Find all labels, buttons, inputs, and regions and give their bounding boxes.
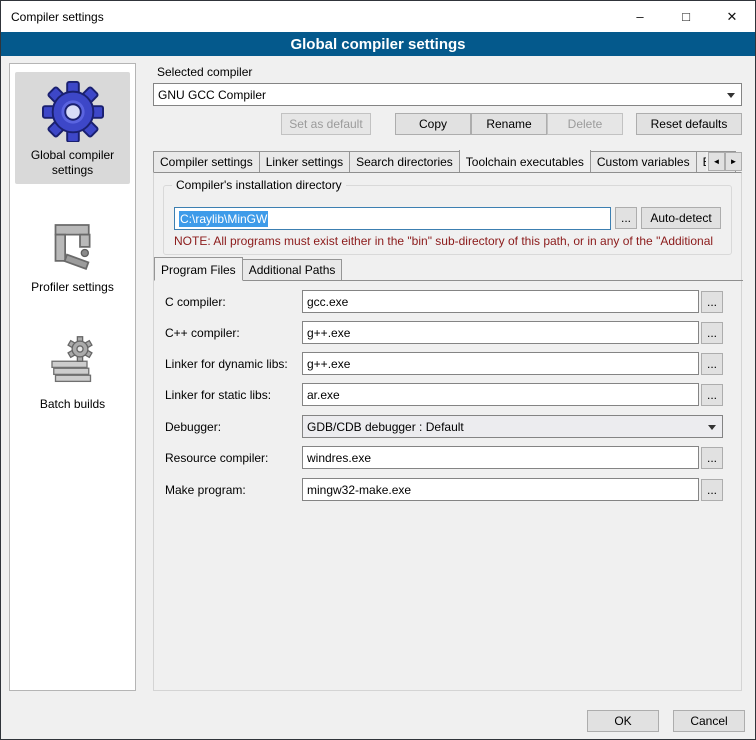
compiler-actions-row: Set as default Copy Rename Delete Reset …	[153, 113, 742, 136]
debugger-label: Debugger:	[165, 420, 302, 434]
close-icon: ✕	[727, 9, 738, 25]
reset-defaults-button[interactable]: Reset defaults	[636, 113, 742, 135]
selected-compiler-dropdown[interactable]: GNU GCC Compiler	[153, 83, 742, 106]
program-files-tab-strip: Program Files Additional Paths	[154, 259, 743, 281]
c-compiler-row: C compiler: gcc.exe ...	[165, 290, 723, 313]
make-program-value: mingw32-make.exe	[307, 483, 411, 497]
tab-toolchain-executables[interactable]: Toolchain executables	[459, 150, 591, 172]
sidebar-item-profiler-settings[interactable]: Profiler settings	[15, 210, 130, 301]
static-linker-browse-button[interactable]: ...	[701, 384, 723, 406]
debugger-dropdown[interactable]: GDB/CDB debugger : Default	[302, 415, 723, 438]
c-compiler-input[interactable]: gcc.exe	[302, 290, 699, 313]
sidebar-item-batch-builds[interactable]: Batch builds	[15, 327, 130, 418]
page-title: Global compiler settings	[1, 32, 755, 56]
dynamic-linker-row: Linker for dynamic libs: g++.exe ...	[165, 352, 723, 375]
c-compiler-label: C compiler:	[165, 295, 302, 309]
dynamic-linker-browse-button[interactable]: ...	[701, 353, 723, 375]
auto-detect-button[interactable]: Auto-detect	[641, 207, 721, 229]
cpp-compiler-input[interactable]: g++.exe	[302, 321, 699, 344]
ok-button[interactable]: OK	[587, 710, 659, 732]
selected-compiler-label: Selected compiler	[157, 65, 252, 79]
dynamic-linker-label: Linker for dynamic libs:	[165, 357, 302, 371]
maximize-button[interactable]: □	[663, 1, 709, 32]
static-linker-input[interactable]: ar.exe	[302, 383, 699, 406]
sidebar-item-label: Global compiler settings	[17, 148, 128, 178]
maximize-icon: □	[682, 9, 690, 24]
minimize-button[interactable]: –	[617, 1, 663, 32]
sidebar-item-label: Profiler settings	[31, 280, 114, 295]
main-panel: Selected compiler GNU GCC Compiler Set a…	[153, 63, 742, 691]
installation-directory-group-title: Compiler's installation directory	[172, 178, 346, 192]
settings-sidebar: Global compiler settings Profiler settin…	[9, 63, 136, 691]
installation-directory-value: C:\raylib\MinGW	[179, 211, 268, 227]
cpp-compiler-browse-button[interactable]: ...	[701, 322, 723, 344]
batch-builds-gear-stack-icon	[45, 335, 101, 391]
tab-scroll-left-button[interactable]: ◄	[708, 152, 725, 171]
c-compiler-browse-button[interactable]: ...	[701, 291, 723, 313]
blue-gear-icon	[40, 80, 106, 142]
profiler-tool-icon	[45, 218, 101, 274]
minimize-icon: –	[636, 9, 643, 24]
cpp-compiler-label: C++ compiler:	[165, 326, 302, 340]
resource-compiler-label: Resource compiler:	[165, 451, 302, 465]
tab-linker-settings[interactable]: Linker settings	[259, 151, 350, 172]
window-controls: – □ ✕	[617, 1, 755, 32]
make-program-input[interactable]: mingw32-make.exe	[302, 478, 699, 501]
resource-compiler-value: windres.exe	[307, 451, 371, 465]
sidebar-item-global-compiler-settings[interactable]: Global compiler settings	[15, 72, 130, 184]
bin-subdirectory-note: NOTE: All programs must exist either in …	[174, 234, 729, 248]
sidebar-item-label: Batch builds	[40, 397, 105, 412]
tab-scroll-right-button[interactable]: ►	[725, 152, 742, 171]
tab-scroll-arrows: ◄ ►	[706, 152, 742, 171]
cpp-compiler-value: g++.exe	[307, 326, 350, 340]
debugger-value: GDB/CDB debugger : Default	[307, 420, 464, 434]
make-program-row: Make program: mingw32-make.exe ...	[165, 478, 723, 501]
selected-compiler-value: GNU GCC Compiler	[158, 88, 266, 102]
chevron-down-icon	[708, 425, 716, 430]
compiler-settings-dialog: Compiler settings – □ ✕ Global compiler …	[0, 0, 756, 740]
title-bar: Compiler settings – □ ✕	[1, 1, 755, 32]
installation-directory-group: Compiler's installation directory C:\ray…	[163, 185, 732, 255]
tab-compiler-settings[interactable]: Compiler settings	[153, 151, 260, 172]
scroll-right-icon: ►	[730, 157, 738, 166]
cpp-compiler-row: C++ compiler: g++.exe ...	[165, 321, 723, 344]
chevron-down-icon	[727, 93, 735, 98]
static-linker-label: Linker for static libs:	[165, 388, 302, 402]
resource-compiler-row: Resource compiler: windres.exe ...	[165, 446, 723, 469]
tab-additional-paths[interactable]: Additional Paths	[242, 259, 343, 280]
installation-directory-row: C:\raylib\MinGW ... Auto-detect	[174, 207, 721, 230]
close-button[interactable]: ✕	[709, 1, 755, 32]
tab-custom-variables[interactable]: Custom variables	[590, 151, 697, 172]
resource-compiler-input[interactable]: windres.exe	[302, 446, 699, 469]
static-linker-row: Linker for static libs: ar.exe ...	[165, 383, 723, 406]
tab-program-files[interactable]: Program Files	[154, 257, 243, 281]
dynamic-linker-value: g++.exe	[307, 357, 350, 371]
rename-button[interactable]: Rename	[471, 113, 547, 135]
installation-directory-input[interactable]: C:\raylib\MinGW	[174, 207, 611, 230]
cancel-button[interactable]: Cancel	[673, 710, 745, 732]
settings-tab-strip: Compiler settings Linker settings Search…	[153, 150, 742, 172]
set-as-default-button: Set as default	[281, 113, 371, 135]
toolchain-executables-panel: Compiler's installation directory C:\ray…	[153, 172, 742, 691]
installation-directory-browse-button[interactable]: ...	[615, 207, 637, 229]
make-program-label: Make program:	[165, 483, 302, 497]
static-linker-value: ar.exe	[307, 388, 340, 402]
tab-search-directories[interactable]: Search directories	[349, 151, 460, 172]
debugger-row: Debugger: GDB/CDB debugger : Default	[165, 415, 723, 438]
delete-button: Delete	[547, 113, 623, 135]
scroll-left-icon: ◄	[713, 157, 721, 166]
window-title: Compiler settings	[11, 10, 104, 24]
resource-compiler-browse-button[interactable]: ...	[701, 447, 723, 469]
dynamic-linker-input[interactable]: g++.exe	[302, 352, 699, 375]
copy-button[interactable]: Copy	[395, 113, 471, 135]
make-program-browse-button[interactable]: ...	[701, 479, 723, 501]
c-compiler-value: gcc.exe	[307, 295, 348, 309]
